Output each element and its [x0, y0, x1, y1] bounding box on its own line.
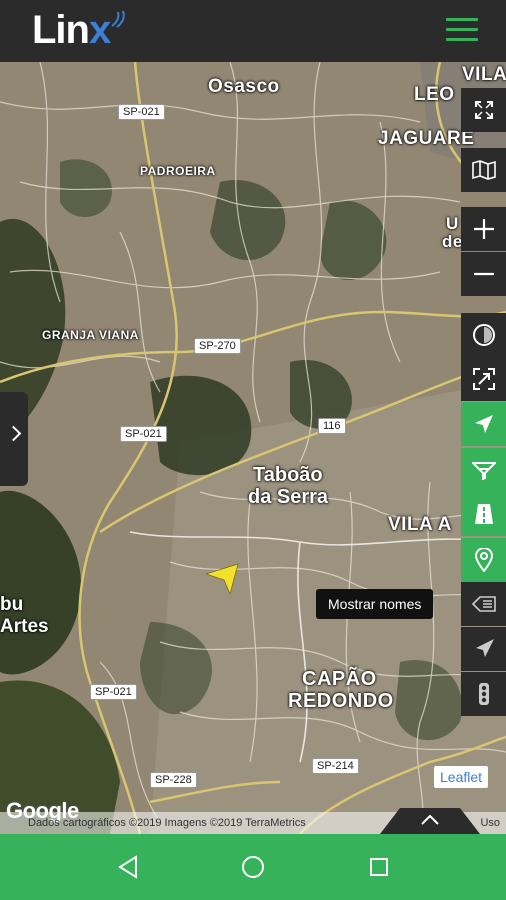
- place-label: de: [442, 232, 463, 251]
- zoom-in-button[interactable]: [461, 207, 506, 251]
- navigate-arrow-icon: [474, 415, 493, 433]
- place-label: LEO: [414, 84, 455, 105]
- map-view[interactable]: Osasco LEO VILA JAGUARE PADROEIRA GRANJA…: [0, 62, 506, 834]
- place-label: CAPÃO: [302, 668, 377, 690]
- map-layers-button[interactable]: [461, 148, 506, 192]
- linx-logo: Linx: [32, 8, 111, 53]
- road-shield: SP-021: [118, 104, 165, 120]
- place-label: GRANJA VIANA: [42, 328, 139, 342]
- signal-wave-icon: [111, 10, 125, 28]
- sidebar-toggle-button[interactable]: [0, 392, 28, 486]
- chevron-right-icon: [5, 425, 22, 442]
- fullscreen-icon: [474, 101, 493, 119]
- back-icon[interactable]: [114, 852, 144, 882]
- map-layers-icon: [471, 160, 496, 180]
- vehicle-arrow-icon[interactable]: [206, 560, 240, 594]
- app-header: Linx: [0, 0, 506, 62]
- road-shield: SP-214: [312, 758, 359, 774]
- road-shield: SP-021: [120, 426, 167, 442]
- road-shield: 116: [318, 418, 346, 434]
- filter-icon: [471, 462, 496, 480]
- show-names-tooltip: Mostrar nomes: [316, 589, 434, 619]
- place-label: Osasco: [208, 76, 280, 97]
- road-icon: [474, 504, 493, 524]
- location-pin-icon: [474, 548, 493, 572]
- place-label: da Serra: [248, 486, 329, 508]
- traffic-light-icon: [478, 683, 489, 705]
- leaflet-link[interactable]: Leaflet: [434, 766, 489, 788]
- compass-button[interactable]: [461, 313, 506, 357]
- attribution-text: Dados cartográficos ©2019 Imagens ©2019 …: [28, 817, 306, 829]
- traffic-light-button[interactable]: [461, 672, 506, 716]
- terms-of-use-link[interactable]: Uso: [480, 812, 500, 834]
- road-shield: SP-021: [90, 684, 137, 700]
- road-shield: SP-270: [194, 338, 241, 354]
- fit-bounds-icon: [472, 368, 495, 390]
- satellite-imagery: [0, 62, 506, 834]
- place-label: PADROEIRA: [140, 164, 216, 178]
- place-label: U: [446, 214, 459, 233]
- fullscreen-button[interactable]: [461, 88, 506, 132]
- zoom-out-button[interactable]: [461, 252, 506, 296]
- send-icon: [475, 639, 494, 657]
- compass-icon: [472, 324, 495, 346]
- zoom-in-icon: [473, 219, 494, 239]
- filter-button[interactable]: [461, 448, 506, 492]
- road-shield: SP-228: [150, 772, 197, 788]
- show-names-icon: [471, 596, 496, 612]
- send-button[interactable]: [461, 627, 506, 671]
- show-names-button[interactable]: [461, 582, 506, 626]
- place-label: bu: [0, 594, 24, 615]
- place-label: Artes: [0, 616, 49, 637]
- hamburger-menu-button[interactable]: [446, 18, 478, 42]
- logo-text: Lin: [32, 8, 90, 52]
- home-icon[interactable]: [238, 852, 268, 882]
- system-nav-bar: [0, 834, 506, 900]
- road-button[interactable]: [461, 492, 506, 536]
- place-label: VILA A: [388, 514, 452, 535]
- place-label: JAGUARE: [378, 128, 475, 149]
- location-pin-button[interactable]: [461, 538, 506, 582]
- bottom-panel-handle[interactable]: [380, 806, 480, 834]
- place-label: VILA: [462, 64, 506, 85]
- navigate-button[interactable]: [461, 402, 506, 446]
- place-label: REDONDO: [288, 690, 394, 712]
- place-label: Taboão: [253, 464, 323, 486]
- zoom-out-icon: [473, 272, 494, 276]
- fit-bounds-button[interactable]: [461, 357, 506, 401]
- recents-icon[interactable]: [364, 852, 394, 882]
